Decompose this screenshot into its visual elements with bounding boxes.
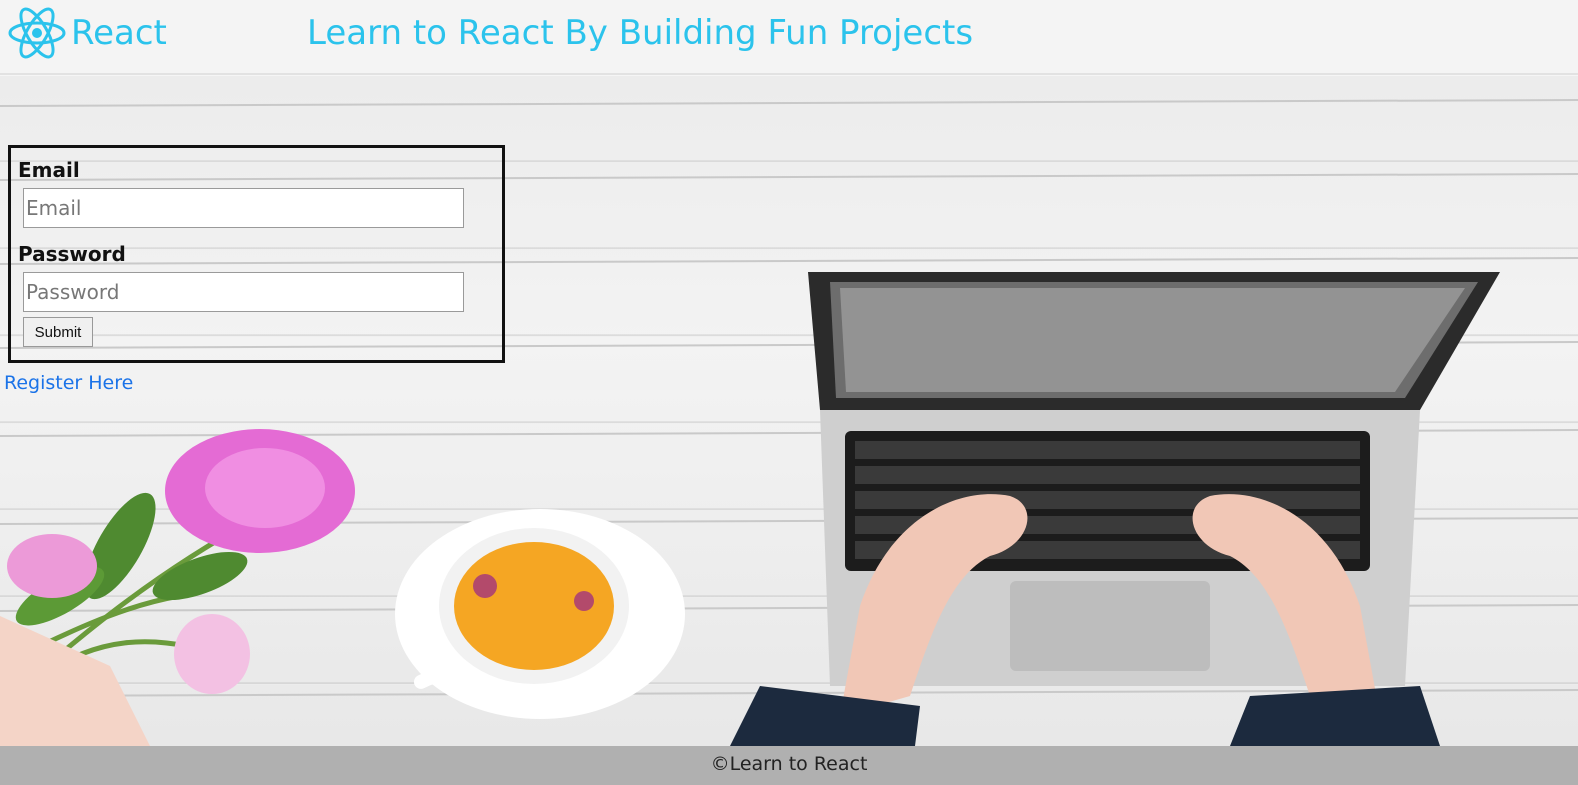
register-link[interactable]: Register Here [4, 372, 133, 394]
footer: ©Learn to React [0, 746, 1578, 785]
submit-button[interactable]: Submit [23, 317, 93, 347]
login-form: Email Password Submit [8, 145, 505, 363]
brand-name[interactable]: React [71, 13, 167, 53]
footer-text: ©Learn to React [710, 753, 868, 775]
email-label: Email [18, 158, 80, 182]
page-title: Learn to React By Building Fun Projects [307, 13, 974, 53]
email-field[interactable] [23, 188, 464, 228]
react-atom-icon[interactable] [8, 6, 66, 60]
header: React Learn to React By Building Fun Pro… [0, 0, 1578, 75]
password-label: Password [18, 242, 126, 266]
password-field[interactable] [23, 272, 464, 312]
